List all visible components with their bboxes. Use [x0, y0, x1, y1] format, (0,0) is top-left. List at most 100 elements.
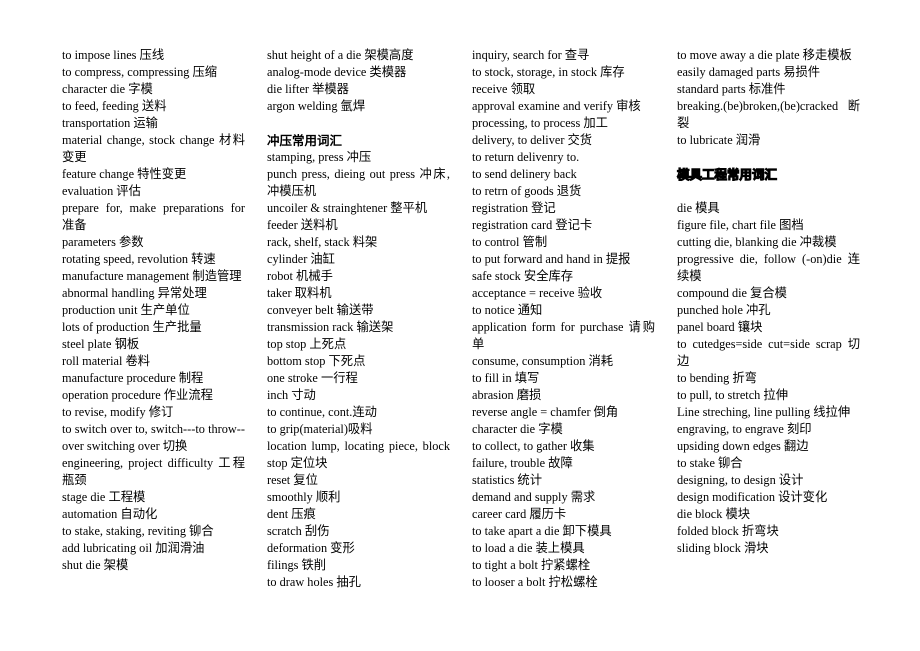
glossary-entry: design modification 设计变化 [677, 490, 828, 504]
glossary-entry: punch press, dieing out press 冲床, 冲模压机 [267, 167, 450, 198]
section-heading: 冲压常用词汇 [267, 133, 343, 148]
glossary-entry: analog-mode device 类模器 [267, 65, 407, 79]
glossary-entry: abnormal handling 异常处理 [62, 286, 207, 300]
glossary-entry: to tight a bolt 拧紧螺栓 [472, 558, 591, 572]
column-2: shut height of a die 架模高度 analog-mode dev… [267, 47, 450, 591]
glossary-entry: approval examine and verify 审核 [472, 99, 641, 113]
glossary-entry: to stake 铆合 [677, 456, 743, 470]
glossary-entry: to load a die 装上模具 [472, 541, 585, 555]
glossary-entry: die 模具 [677, 201, 720, 215]
glossary-entry: progressive die, follow (-on)die 连续模 [677, 252, 860, 283]
glossary-entry: scratch 刮伤 [267, 524, 330, 538]
glossary-entry: filings 铁削 [267, 558, 327, 572]
glossary-entry: feature change 特性变更 [62, 167, 187, 181]
glossary-entry: to take apart a die 卸下模具 [472, 524, 612, 538]
glossary-entry: taker 取料机 [267, 286, 332, 300]
glossary-entry: sliding block 滑块 [677, 541, 769, 555]
glossary-entry: cutting die, blanking die 冲裁模 [677, 235, 837, 249]
glossary-entry: deformation 变形 [267, 541, 355, 555]
glossary-entry: processing, to process 加工 [472, 116, 608, 130]
glossary-entry: character die 字模 [62, 82, 153, 96]
glossary-entry: registration card 登记卡 [472, 218, 593, 232]
glossary-entry: automation 自动化 [62, 507, 158, 521]
glossary-entry: easily damaged parts 易损件 [677, 65, 821, 79]
glossary-entry: to stock, storage, in stock 库存 [472, 65, 625, 79]
section-heading: 模具工程常用词汇 [677, 167, 778, 183]
glossary-entry: rotating speed, revolution 转速 [62, 252, 216, 266]
glossary-entry: cylinder 油缸 [267, 252, 335, 266]
glossary-entry: reverse angle = chamfer 倒角 [472, 405, 619, 419]
glossary-entry: to notice 通知 [472, 303, 543, 317]
column-3: inquiry, search for 查寻 to stock, storage,… [472, 47, 655, 591]
glossary-entry: demand and supply 需求 [472, 490, 596, 504]
glossary-entry: breaking.(be)broken,(be)cracked 断裂 [677, 99, 860, 130]
glossary-entry: conveyer belt 输送带 [267, 303, 374, 317]
glossary-entry: delivery, to deliver 交货 [472, 133, 593, 147]
glossary-entry: evaluation 评估 [62, 184, 141, 198]
glossary-entry: safe stock 安全库存 [472, 269, 574, 283]
glossary-entry: statistics 统计 [472, 473, 543, 487]
glossary-entry: to switch over to, switch---to throw--ov… [62, 422, 245, 453]
glossary-entry: to collect, to gather 收集 [472, 439, 595, 453]
glossary-entry: inquiry, search for 查寻 [472, 48, 590, 62]
glossary-entry: die block 模块 [677, 507, 751, 521]
glossary-entry: bottom stop 下死点 [267, 354, 366, 368]
glossary-entry: material change, stock change 材料变更 [62, 133, 245, 164]
glossary-entry: upsiding down edges 翻边 [677, 439, 809, 453]
glossary-entry: lots of production 生产批量 [62, 320, 202, 334]
glossary-entry: application form for purchase 请购单 [472, 320, 655, 351]
glossary-entry: to send delinery back [472, 167, 577, 181]
glossary-entry: acceptance = receive 验收 [472, 286, 603, 300]
glossary-entry: to move away a die plate 移走模板 [677, 48, 852, 62]
glossary-entry: to return delivenry to. [472, 150, 580, 164]
glossary-entry: top stop 上死点 [267, 337, 347, 351]
glossary-entry: one stroke 一行程 [267, 371, 358, 385]
glossary-entry: robot 机械手 [267, 269, 333, 283]
glossary-entry: character die 字模 [472, 422, 563, 436]
glossary-entry: transmission rack 输送架 [267, 320, 394, 334]
glossary-entry: designing, to design 设计 [677, 473, 804, 487]
glossary-entry: to stake, staking, reviting 铆合 [62, 524, 214, 538]
glossary-entry: shut height of a die 架模高度 [267, 48, 414, 62]
glossary-entry: transportation 运输 [62, 116, 158, 130]
glossary-entry: uncoiler & strainghtener 整平机 [267, 201, 428, 215]
glossary-entry: parameters 参数 [62, 235, 144, 249]
glossary-entry: steel plate 钢板 [62, 337, 140, 351]
glossary-entry: to retrn of goods 退货 [472, 184, 582, 198]
glossary-entry: rack, shelf, stack 料架 [267, 235, 378, 249]
glossary-entry: failure, trouble 故障 [472, 456, 573, 470]
glossary-entry: to draw holes 抽孔 [267, 575, 361, 589]
glossary-entry: smoothly 顺利 [267, 490, 341, 504]
glossary-entry: receive 领取 [472, 82, 536, 96]
glossary-entry: to put forward and hand in 提报 [472, 252, 631, 266]
glossary-entry: to bending 折弯 [677, 371, 757, 385]
glossary-entry: manufacture procedure 制程 [62, 371, 204, 385]
glossary-entry: to fill in 填写 [472, 371, 540, 385]
glossary-entry: operation procedure 作业流程 [62, 388, 213, 402]
glossary-entry: feeder 送料机 [267, 218, 338, 232]
glossary-entry: shut die 架模 [62, 558, 129, 572]
column-4: to move away a die plate 移走模板 easily dama… [677, 47, 861, 557]
glossary-entry: to impose lines 压线 [62, 48, 165, 62]
document-page: to impose lines 压线 to compress, compressi… [0, 0, 920, 651]
glossary-entry: argon welding 氩焊 [267, 99, 366, 113]
glossary-entry: to grip(material)吸料 [267, 422, 373, 436]
glossary-entry: compound die 复合模 [677, 286, 787, 300]
glossary-entry: dent 压痕 [267, 507, 316, 521]
glossary-entry: to compress, compressing 压缩 [62, 65, 218, 79]
glossary-entry: to looser a bolt 拧松螺栓 [472, 575, 598, 589]
glossary-entry: prepare for, make preparations for 准备 [62, 201, 245, 232]
glossary-entry: to cutedges=side cut=side scrap 切边 [677, 337, 860, 368]
glossary-entry: punched hole 冲孔 [677, 303, 771, 317]
glossary-entry: roll material 卷料 [62, 354, 151, 368]
glossary-entry: career card 履历卡 [472, 507, 567, 521]
glossary-entry: stage die 工程模 [62, 490, 146, 504]
glossary-entry: to lubricate 润滑 [677, 133, 761, 147]
glossary-entry: add lubricating oil 加润滑油 [62, 541, 205, 555]
glossary-entry: panel board 镶块 [677, 320, 763, 334]
glossary-entry: to revise, modify 修订 [62, 405, 174, 419]
glossary-entry: manufacture management 制造管理 [62, 269, 242, 283]
